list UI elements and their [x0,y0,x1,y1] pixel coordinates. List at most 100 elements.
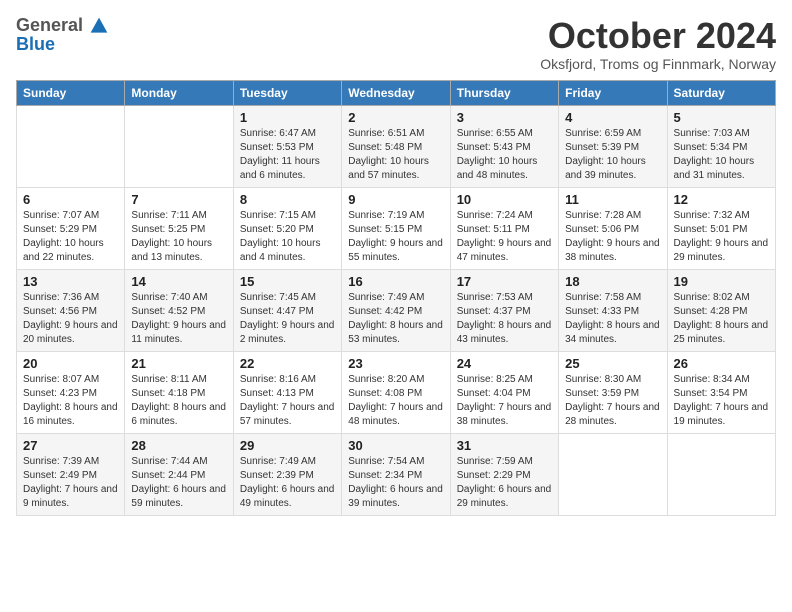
day-info: Sunrise: 7:07 AM Sunset: 5:29 PM Dayligh… [23,209,118,265]
day-info: Sunrise: 7:32 AM Sunset: 5:01 PM Dayligh… [674,209,769,265]
calendar-cell: 30 Sunrise: 7:54 AM Sunset: 2:34 PM Dayli… [342,433,450,515]
day-number: 11 [565,192,660,207]
calendar-cell: 3 Sunrise: 6:55 AM Sunset: 5:43 PM Daylig… [450,105,558,187]
day-info: Sunrise: 7:24 AM Sunset: 5:11 PM Dayligh… [457,209,552,265]
calendar-cell: 17Sunrise: 7:53 AM Sunset: 4:37 PM Dayli… [450,269,558,351]
day-info: Sunrise: 7:11 AM Sunset: 5:25 PM Dayligh… [131,209,226,265]
day-number: 4 [565,110,660,125]
calendar-week-row: 27Sunrise: 7:39 AM Sunset: 2:49 PM Dayli… [17,433,776,515]
day-number: 27 [23,438,118,453]
day-info: Sunrise: 8:16 AM Sunset: 4:13 PM Dayligh… [240,373,335,429]
calendar-cell: 29 Sunrise: 7:49 AM Sunset: 2:39 PM Dayli… [233,433,341,515]
calendar-cell: 14 Sunrise: 7:40 AM Sunset: 4:52 PM Dayli… [125,269,233,351]
calendar-cell: 21 Sunrise: 8:11 AM Sunset: 4:18 PM Dayli… [125,351,233,433]
weekday-header-row: SundayMondayTuesdayWednesdayThursdayFrid… [17,80,776,105]
calendar-cell: 9Sunrise: 7:19 AM Sunset: 5:15 PM Daylig… [342,187,450,269]
day-info: Sunrise: 7:58 AM Sunset: 4:33 PM Dayligh… [565,291,660,347]
page-header: General Blue October 2024 Oksfjord, Trom… [16,16,776,72]
day-info: Sunrise: 6:55 AM Sunset: 5:43 PM Dayligh… [457,127,552,183]
day-info: Sunrise: 7:59 AM Sunset: 2:29 PM Dayligh… [457,455,552,511]
calendar-cell: 24 Sunrise: 8:25 AM Sunset: 4:04 PM Dayli… [450,351,558,433]
day-number: 6 [23,192,118,207]
calendar-week-row: 6 Sunrise: 7:07 AM Sunset: 5:29 PM Daylig… [17,187,776,269]
title-area: October 2024 Oksfjord, Troms og Finnmark… [540,16,776,72]
weekday-header-friday: Friday [559,80,667,105]
day-number: 7 [131,192,226,207]
location-subtitle: Oksfjord, Troms og Finnmark, Norway [540,56,776,72]
calendar-cell: 27Sunrise: 7:39 AM Sunset: 2:49 PM Dayli… [17,433,125,515]
day-info: Sunrise: 6:59 AM Sunset: 5:39 PM Dayligh… [565,127,660,183]
logo: General Blue [16,16,109,55]
calendar-cell: 15Sunrise: 7:45 AM Sunset: 4:47 PM Dayli… [233,269,341,351]
day-number: 16 [348,274,443,289]
weekday-header-saturday: Saturday [667,80,775,105]
day-number: 30 [348,438,443,453]
weekday-header-wednesday: Wednesday [342,80,450,105]
month-title: October 2024 [540,16,776,56]
calendar-cell [559,433,667,515]
day-number: 24 [457,356,552,371]
calendar-cell: 25 Sunrise: 8:30 AM Sunset: 3:59 PM Dayli… [559,351,667,433]
day-info: Sunrise: 7:44 AM Sunset: 2:44 PM Dayligh… [131,455,226,511]
weekday-header-thursday: Thursday [450,80,558,105]
day-info: Sunrise: 7:49 AM Sunset: 4:42 PM Dayligh… [348,291,443,347]
calendar-cell: 2 Sunrise: 6:51 AM Sunset: 5:48 PM Daylig… [342,105,450,187]
calendar-cell [667,433,775,515]
calendar-cell: 13Sunrise: 7:36 AM Sunset: 4:56 PM Dayli… [17,269,125,351]
calendar-table: SundayMondayTuesdayWednesdayThursdayFrid… [16,80,776,516]
day-number: 2 [348,110,443,125]
weekday-header-monday: Monday [125,80,233,105]
day-number: 8 [240,192,335,207]
day-info: Sunrise: 7:15 AM Sunset: 5:20 PM Dayligh… [240,209,335,265]
day-info: Sunrise: 7:54 AM Sunset: 2:34 PM Dayligh… [348,455,443,511]
calendar-week-row: 20Sunrise: 8:07 AM Sunset: 4:23 PM Dayli… [17,351,776,433]
logo-blue: Blue [16,34,55,55]
logo-general: General [16,16,109,36]
day-info: Sunrise: 7:45 AM Sunset: 4:47 PM Dayligh… [240,291,335,347]
calendar-cell: 11 Sunrise: 7:28 AM Sunset: 5:06 PM Dayli… [559,187,667,269]
calendar-week-row: 1Sunrise: 6:47 AM Sunset: 5:53 PM Daylig… [17,105,776,187]
day-info: Sunrise: 6:51 AM Sunset: 5:48 PM Dayligh… [348,127,443,183]
logo-icon [89,16,109,36]
calendar-cell: 16 Sunrise: 7:49 AM Sunset: 4:42 PM Dayli… [342,269,450,351]
day-number: 10 [457,192,552,207]
day-info: Sunrise: 8:11 AM Sunset: 4:18 PM Dayligh… [131,373,226,429]
calendar-cell: 20Sunrise: 8:07 AM Sunset: 4:23 PM Dayli… [17,351,125,433]
day-number: 18 [565,274,660,289]
day-info: Sunrise: 8:02 AM Sunset: 4:28 PM Dayligh… [674,291,769,347]
calendar-cell: 31Sunrise: 7:59 AM Sunset: 2:29 PM Dayli… [450,433,558,515]
day-info: Sunrise: 8:20 AM Sunset: 4:08 PM Dayligh… [348,373,443,429]
calendar-cell: 6 Sunrise: 7:07 AM Sunset: 5:29 PM Daylig… [17,187,125,269]
day-info: Sunrise: 8:34 AM Sunset: 3:54 PM Dayligh… [674,373,769,429]
day-info: Sunrise: 7:28 AM Sunset: 5:06 PM Dayligh… [565,209,660,265]
day-number: 26 [674,356,769,371]
day-number: 14 [131,274,226,289]
day-info: Sunrise: 8:30 AM Sunset: 3:59 PM Dayligh… [565,373,660,429]
day-number: 23 [348,356,443,371]
day-number: 21 [131,356,226,371]
calendar-cell: 8 Sunrise: 7:15 AM Sunset: 5:20 PM Daylig… [233,187,341,269]
day-info: Sunrise: 7:40 AM Sunset: 4:52 PM Dayligh… [131,291,226,347]
calendar-cell: 12 Sunrise: 7:32 AM Sunset: 5:01 PM Dayli… [667,187,775,269]
day-number: 1 [240,110,335,125]
calendar-cell [125,105,233,187]
day-number: 25 [565,356,660,371]
day-number: 19 [674,274,769,289]
calendar-cell: 7 Sunrise: 7:11 AM Sunset: 5:25 PM Daylig… [125,187,233,269]
day-info: Sunrise: 8:25 AM Sunset: 4:04 PM Dayligh… [457,373,552,429]
calendar-week-row: 13Sunrise: 7:36 AM Sunset: 4:56 PM Dayli… [17,269,776,351]
day-number: 20 [23,356,118,371]
day-number: 29 [240,438,335,453]
day-info: Sunrise: 7:19 AM Sunset: 5:15 PM Dayligh… [348,209,443,265]
calendar-cell [17,105,125,187]
day-info: Sunrise: 7:49 AM Sunset: 2:39 PM Dayligh… [240,455,335,511]
day-number: 12 [674,192,769,207]
calendar-cell: 18 Sunrise: 7:58 AM Sunset: 4:33 PM Dayli… [559,269,667,351]
calendar-cell: 5Sunrise: 7:03 AM Sunset: 5:34 PM Daylig… [667,105,775,187]
day-number: 3 [457,110,552,125]
day-number: 28 [131,438,226,453]
weekday-header-sunday: Sunday [17,80,125,105]
weekday-header-tuesday: Tuesday [233,80,341,105]
day-info: Sunrise: 7:03 AM Sunset: 5:34 PM Dayligh… [674,127,769,183]
calendar-cell: 1Sunrise: 6:47 AM Sunset: 5:53 PM Daylig… [233,105,341,187]
